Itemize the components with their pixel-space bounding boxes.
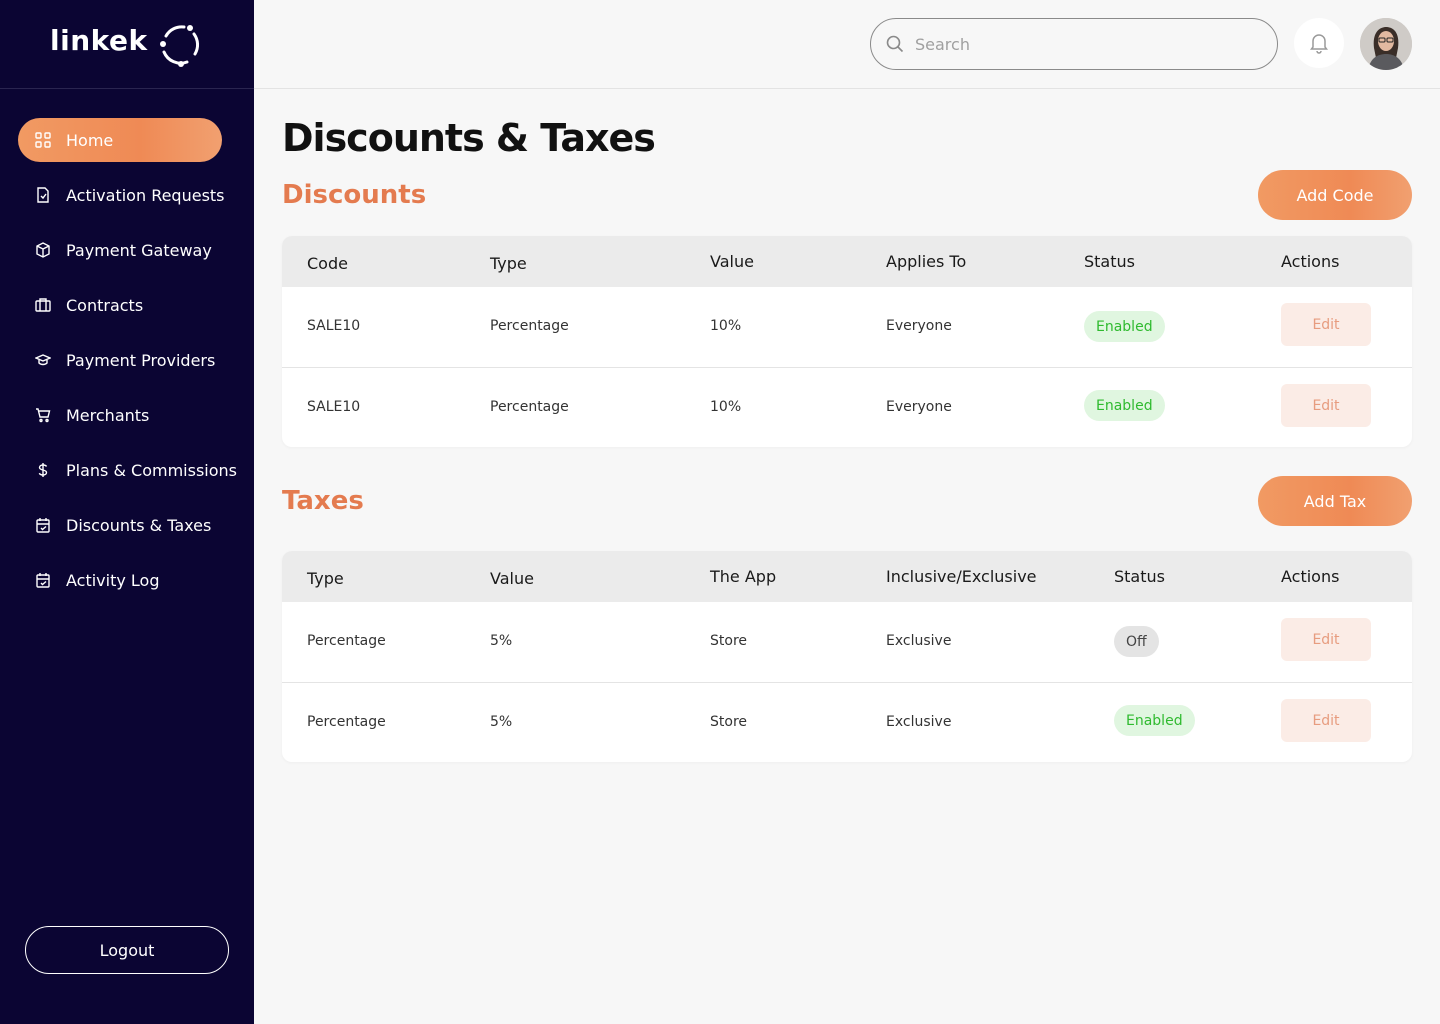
edit-button[interactable]: Edit bbox=[1281, 618, 1371, 661]
column-header: The App bbox=[710, 567, 777, 586]
cart-icon bbox=[34, 406, 52, 424]
edit-button[interactable]: Edit bbox=[1281, 384, 1371, 427]
table-row: Percentage 5% Store Exclusive Enabled Ed… bbox=[282, 682, 1412, 762]
sidebar-item-plans-commissions[interactable]: Plans & Commissions bbox=[18, 448, 243, 492]
add-code-button[interactable]: Add Code bbox=[1258, 170, 1412, 220]
cell-applies-to: Everyone bbox=[886, 399, 952, 415]
box-icon bbox=[34, 241, 52, 259]
edit-button[interactable]: Edit bbox=[1281, 303, 1371, 346]
taxes-table: Type Value The App Inclusive/Exclusive S… bbox=[282, 551, 1412, 762]
dollar-icon bbox=[34, 461, 52, 479]
sidebar-item-label: Merchants bbox=[66, 405, 150, 425]
table-row: Percentage 5% Store Exclusive Off Edit bbox=[282, 602, 1412, 682]
column-header: Code bbox=[307, 254, 348, 273]
column-header: Actions bbox=[1281, 252, 1340, 271]
user-photo-icon bbox=[1360, 18, 1412, 70]
status-badge: Off bbox=[1114, 626, 1159, 657]
brand-logo-icon bbox=[160, 25, 200, 67]
column-header: Type bbox=[490, 254, 527, 273]
calendar-icon bbox=[34, 516, 52, 534]
cell-value: 10% bbox=[710, 399, 742, 415]
sidebar-item-label: Discounts & Taxes bbox=[66, 515, 212, 535]
taxes-section-title: Taxes bbox=[282, 486, 364, 516]
column-header: Type bbox=[307, 569, 344, 588]
cell-type: Percentage bbox=[307, 714, 386, 730]
page-title: Discounts & Taxes bbox=[282, 116, 656, 160]
cell-inclusive: Exclusive bbox=[886, 633, 952, 649]
briefcase-icon bbox=[34, 296, 52, 314]
bell-icon bbox=[1310, 34, 1328, 54]
add-tax-button[interactable]: Add Tax bbox=[1258, 476, 1412, 526]
graduation-cap-icon bbox=[34, 351, 52, 369]
cell-type: Percentage bbox=[490, 399, 569, 415]
status-badge: Enabled bbox=[1114, 705, 1195, 736]
discounts-section-title: Discounts bbox=[282, 180, 427, 210]
column-header: Actions bbox=[1281, 567, 1340, 586]
sidebar-item-discounts-taxes[interactable]: Discounts & Taxes bbox=[18, 503, 243, 547]
notifications-button[interactable] bbox=[1294, 18, 1344, 68]
sidebar-item-label: Activity Log bbox=[66, 570, 160, 590]
column-header: Status bbox=[1084, 252, 1135, 271]
status-badge: Enabled bbox=[1084, 390, 1165, 421]
sidebar-item-payment-providers[interactable]: Payment Providers bbox=[18, 338, 243, 382]
sidebar-item-label: Payment Providers bbox=[66, 350, 216, 370]
status-badge: Enabled bbox=[1084, 311, 1165, 342]
cell-code: SALE10 bbox=[307, 399, 361, 415]
column-header: Value bbox=[490, 569, 534, 588]
column-header: Value bbox=[710, 252, 754, 271]
top-bar bbox=[254, 0, 1440, 89]
cell-app: Store bbox=[710, 714, 748, 730]
cell-value: 5% bbox=[490, 633, 513, 649]
document-icon bbox=[34, 186, 52, 204]
table-header: Code Type Value Applies To Status Action… bbox=[282, 236, 1412, 287]
cell-type: Percentage bbox=[307, 633, 386, 649]
search-input[interactable] bbox=[915, 34, 1255, 54]
search-icon bbox=[886, 35, 904, 53]
cell-value: 5% bbox=[490, 714, 513, 730]
cell-app: Store bbox=[710, 633, 748, 649]
sidebar-item-merchants[interactable]: Merchants bbox=[18, 393, 243, 437]
cell-code: SALE10 bbox=[307, 318, 361, 334]
cell-value: 10% bbox=[710, 318, 742, 334]
edit-button[interactable]: Edit bbox=[1281, 699, 1371, 742]
discounts-table: Code Type Value Applies To Status Action… bbox=[282, 236, 1412, 447]
sidebar-item-label: Activation Requests bbox=[66, 185, 225, 205]
sidebar-item-home[interactable]: Home bbox=[18, 118, 222, 162]
sidebar-item-label: Payment Gateway bbox=[66, 240, 212, 260]
table-row: SALE10 Percentage 10% Everyone Enabled E… bbox=[282, 287, 1412, 367]
brand-name: linkek bbox=[50, 24, 148, 57]
sidebar-item-activation-requests[interactable]: Activation Requests bbox=[18, 173, 243, 217]
grid-icon bbox=[34, 131, 52, 149]
sidebar-item-contracts[interactable]: Contracts bbox=[18, 283, 243, 327]
calendar-check-icon bbox=[34, 571, 52, 589]
brand: linkek bbox=[0, 0, 254, 89]
sidebar-item-label: Contracts bbox=[66, 295, 144, 315]
column-header: Status bbox=[1114, 567, 1165, 586]
search-box[interactable] bbox=[870, 18, 1278, 70]
table-row: SALE10 Percentage 10% Everyone Enabled E… bbox=[282, 367, 1412, 447]
column-header: Applies To bbox=[886, 252, 967, 271]
cell-applies-to: Everyone bbox=[886, 318, 952, 334]
column-header: Inclusive/Exclusive bbox=[886, 567, 1037, 586]
sidebar-item-activity-log[interactable]: Activity Log bbox=[18, 558, 243, 602]
cell-type: Percentage bbox=[490, 318, 569, 334]
sidebar-item-label: Plans & Commissions bbox=[66, 460, 237, 480]
avatar[interactable] bbox=[1360, 18, 1412, 70]
sidebar: linkek Home Activation Requests Payment … bbox=[0, 0, 254, 1024]
sidebar-item-label: Home bbox=[66, 130, 114, 150]
logout-button[interactable]: Logout bbox=[25, 926, 229, 974]
table-header: Type Value The App Inclusive/Exclusive S… bbox=[282, 551, 1412, 602]
cell-inclusive: Exclusive bbox=[886, 714, 952, 730]
sidebar-item-payment-gateway[interactable]: Payment Gateway bbox=[18, 228, 243, 272]
